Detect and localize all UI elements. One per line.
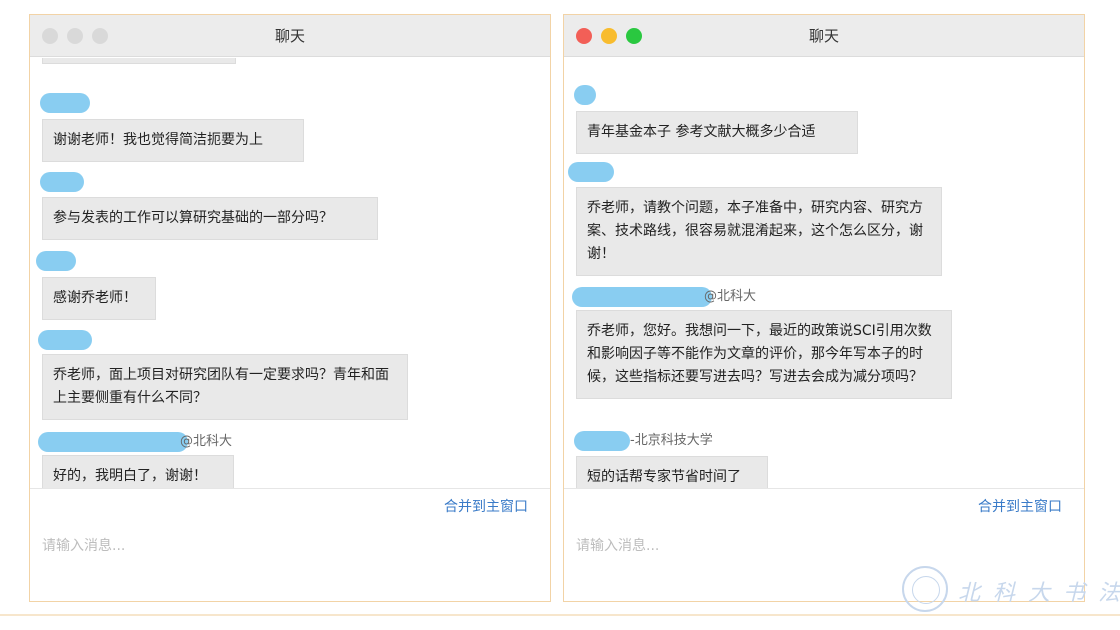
minimize-button[interactable] xyxy=(67,28,83,44)
redacted-name xyxy=(572,287,712,307)
message-bubble: 谢谢老师！我也觉得简洁扼要为上 xyxy=(42,119,304,162)
redacted-name xyxy=(574,85,596,105)
window-title: 聊天 xyxy=(274,27,305,45)
message-bubble: 感谢乔老师！ xyxy=(42,277,156,320)
window-title: 聊天 xyxy=(808,27,839,45)
close-button[interactable] xyxy=(42,28,58,44)
window-titlebar[interactable]: 聊天 xyxy=(564,15,1084,57)
chat-window-right: 聊天 青年基金本子 参考文献大概多少合适 乔老师，请教个问题，本子准备中，研究内… xyxy=(563,14,1085,602)
message-sender xyxy=(40,93,240,113)
merge-to-main-window-link[interactable]: 合并到主窗口 xyxy=(444,496,528,516)
zoom-button[interactable] xyxy=(626,28,642,44)
message-list[interactable]: 青年基金本子 参考文献大概多少合适 乔老师，请教个问题，本子准备中，研究内容、研… xyxy=(564,58,1084,488)
message-sender xyxy=(38,330,238,350)
redacted-name xyxy=(38,432,188,452)
message-bubble: 短的话帮专家节省时间了 xyxy=(576,456,768,488)
message-sender xyxy=(574,85,774,105)
message-input[interactable] xyxy=(42,531,522,561)
minimize-button[interactable] xyxy=(601,28,617,44)
message-bubble: 乔老师，请教个问题，本子准备中，研究内容、研究方案、技术路线，很容易就混淆起来，… xyxy=(576,187,942,276)
seal-icon xyxy=(902,566,948,612)
window-controls xyxy=(576,28,642,44)
message-bubble: 乔老师，您好。我想问一下，最近的政策说SCI引用次数和影响因子等不能作为文章的评… xyxy=(576,310,952,399)
compose-area: 合并到主窗口 xyxy=(30,488,550,601)
redacted-name xyxy=(40,93,90,113)
chat-window-left: 聊天 谢谢老师！我也觉得简洁扼要为上 参与发表的工作可以算研究基础的一部分吗？ … xyxy=(29,14,551,602)
message-sender: -北京科技大学 xyxy=(574,431,834,451)
zoom-button[interactable] xyxy=(92,28,108,44)
message-bubble-cropped xyxy=(42,58,236,64)
message-bubble: 青年基金本子 参考文献大概多少合适 xyxy=(576,111,858,154)
message-sender: @北科大 xyxy=(572,287,832,307)
redacted-name xyxy=(38,330,92,350)
watermark-text-icon: 北 科 大 书 法 xyxy=(958,581,1120,606)
redacted-name xyxy=(568,162,614,182)
merge-to-main-window-link[interactable]: 合并到主窗口 xyxy=(978,496,1062,516)
close-button[interactable] xyxy=(576,28,592,44)
message-list[interactable]: 谢谢老师！我也觉得简洁扼要为上 参与发表的工作可以算研究基础的一部分吗？ 感谢乔… xyxy=(30,58,550,488)
message-bubble: 乔老师，面上项目对研究团队有一定要求吗？青年和面上主要侧重有什么不同？ xyxy=(42,354,408,420)
message-sender xyxy=(568,162,768,182)
message-bubble: 参与发表的工作可以算研究基础的一部分吗？ xyxy=(42,197,378,240)
redacted-name xyxy=(574,431,630,451)
message-input[interactable] xyxy=(576,531,1056,561)
window-controls xyxy=(42,28,108,44)
message-sender xyxy=(40,172,240,192)
message-bubble: 好的，我明白了，谢谢！ xyxy=(42,455,234,488)
message-sender xyxy=(36,251,236,271)
window-titlebar[interactable]: 聊天 xyxy=(30,15,550,57)
watermark-logo: 北 科 大 书 法 xyxy=(902,566,1120,616)
message-sender: @北科大 xyxy=(38,432,298,452)
redacted-name xyxy=(36,251,76,271)
redacted-name xyxy=(40,172,84,192)
